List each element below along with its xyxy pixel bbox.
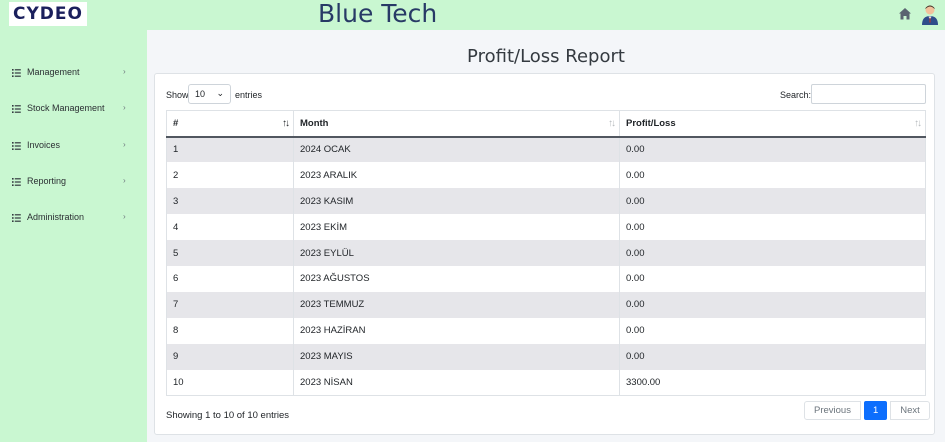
cell-profit-loss: 0.00	[619, 317, 926, 344]
report-card: Show 10 ⌄ entries Search: # ↑↓ Month ↑↓	[154, 73, 935, 435]
table-row: 3 2023 KASIM 0.00	[166, 188, 926, 215]
top-navbar: CYDEO Blue Tech	[0, 0, 945, 30]
cell-month: 2023 EKİM	[293, 214, 620, 241]
table-header-row: # ↑↓ Month ↑↓ Profit/Loss ↑↓	[166, 110, 926, 138]
table-row: 2 2023 ARALIK 0.00	[166, 162, 926, 189]
cell-month: 2023 NİSAN	[293, 369, 620, 396]
cell-number: 6	[166, 265, 294, 292]
cell-number: 2	[166, 162, 294, 189]
next-page-button[interactable]: Next	[890, 401, 930, 420]
cell-profit-loss: 0.00	[619, 240, 926, 266]
cell-month: 2023 AĞUSTOS	[293, 265, 620, 292]
chevron-right-icon: ›	[123, 67, 126, 76]
cell-number: 9	[166, 343, 294, 370]
cell-number: 1	[166, 136, 294, 163]
sidebar: Management › Stock Management › Invoices…	[0, 30, 147, 442]
table-row: 7 2023 TEMMUZ 0.00	[166, 291, 926, 318]
chevron-right-icon: ›	[123, 176, 126, 185]
search-label: Search:	[780, 90, 812, 100]
sidebar-item-label: Invoices	[27, 140, 61, 150]
user-avatar-icon[interactable]	[920, 4, 940, 26]
list-icon	[12, 178, 21, 186]
chevron-right-icon: ›	[123, 212, 126, 221]
cell-profit-loss: 0.00	[619, 214, 926, 241]
show-label: Show	[166, 90, 189, 100]
sidebar-item-label: Stock Management	[27, 103, 105, 113]
pagination: Previous 1 Next	[804, 401, 930, 420]
cell-number: 7	[166, 291, 294, 318]
table-row: 6 2023 AĞUSTOS 0.00	[166, 265, 926, 292]
list-icon	[12, 69, 21, 77]
cell-month: 2023 ARALIK	[293, 162, 620, 189]
cell-profit-loss: 0.00	[619, 162, 926, 189]
main-content: Profit/Loss Report Show 10 ⌄ entries Sea…	[147, 30, 945, 442]
column-header-month[interactable]: Month ↑↓	[293, 110, 620, 138]
cell-number: 10	[166, 369, 294, 396]
cell-month: 2023 MAYIS	[293, 343, 620, 370]
company-brand: Blue Tech	[318, 0, 438, 28]
chevron-right-icon: ›	[123, 140, 126, 149]
chevron-down-icon: ⌄	[216, 88, 224, 98]
entries-label: entries	[235, 90, 263, 100]
list-icon	[12, 214, 21, 222]
sort-icon: ↑↓	[608, 118, 616, 129]
logo-text: CYDEO	[13, 4, 83, 24]
home-icon[interactable]	[898, 7, 912, 21]
sidebar-item-stock-management[interactable]: Stock Management ›	[0, 99, 147, 119]
column-header-number[interactable]: # ↑↓	[166, 110, 294, 138]
cell-profit-loss: 0.00	[619, 136, 926, 163]
table-row: 9 2023 MAYIS 0.00	[166, 343, 926, 370]
sidebar-item-label: Reporting	[27, 176, 67, 186]
sidebar-item-invoices[interactable]: Invoices ›	[0, 136, 147, 156]
table-row: 5 2023 EYLÜL 0.00	[166, 240, 926, 266]
table-row: 8 2023 HAZİRAN 0.00	[166, 317, 926, 344]
sidebar-item-label: Administration	[27, 212, 85, 222]
cydeo-logo[interactable]: CYDEO	[9, 2, 87, 26]
list-icon	[12, 142, 21, 150]
cell-profit-loss: 3300.00	[619, 369, 926, 396]
table-info: Showing 1 to 10 of 10 entries	[166, 410, 290, 421]
table-row: 10 2023 NİSAN 3300.00	[166, 369, 926, 396]
page-title: Profit/Loss Report	[467, 46, 625, 67]
chevron-right-icon: ›	[123, 103, 126, 112]
cell-number: 8	[166, 317, 294, 344]
profit-loss-table: # ↑↓ Month ↑↓ Profit/Loss ↑↓ 1 2024 OCAK…	[166, 110, 926, 396]
table-row: 4 2023 EKİM 0.00	[166, 214, 926, 241]
sort-icon: ↑↓	[914, 118, 922, 129]
cell-month: 2023 TEMMUZ	[293, 291, 620, 318]
cell-profit-loss: 0.00	[619, 265, 926, 292]
cell-month: 2023 EYLÜL	[293, 240, 620, 266]
sort-ascending-icon: ↑↓	[282, 118, 290, 129]
cell-month: 2023 KASIM	[293, 188, 620, 215]
page-size-select[interactable]: 10 ⌄	[188, 84, 231, 104]
cell-number: 4	[166, 214, 294, 241]
search-input[interactable]	[811, 84, 926, 104]
page-1-button[interactable]: 1	[863, 401, 888, 420]
sidebar-item-reporting[interactable]: Reporting ›	[0, 172, 147, 192]
cell-month: 2023 HAZİRAN	[293, 317, 620, 344]
cell-profit-loss: 0.00	[619, 188, 926, 215]
sidebar-item-management[interactable]: Management ›	[0, 63, 147, 83]
cell-profit-loss: 0.00	[619, 291, 926, 318]
list-icon	[12, 105, 21, 113]
page-size-value: 10	[195, 89, 206, 99]
previous-page-button[interactable]: Previous	[804, 401, 861, 420]
cell-number: 3	[166, 188, 294, 215]
sidebar-item-label: Management	[27, 67, 80, 77]
cell-month: 2024 OCAK	[293, 136, 620, 163]
sidebar-item-administration[interactable]: Administration ›	[0, 208, 147, 228]
table-row: 1 2024 OCAK 0.00	[166, 136, 926, 163]
cell-number: 5	[166, 240, 294, 266]
cell-profit-loss: 0.00	[619, 343, 926, 370]
column-header-profit-loss[interactable]: Profit/Loss ↑↓	[619, 110, 926, 138]
